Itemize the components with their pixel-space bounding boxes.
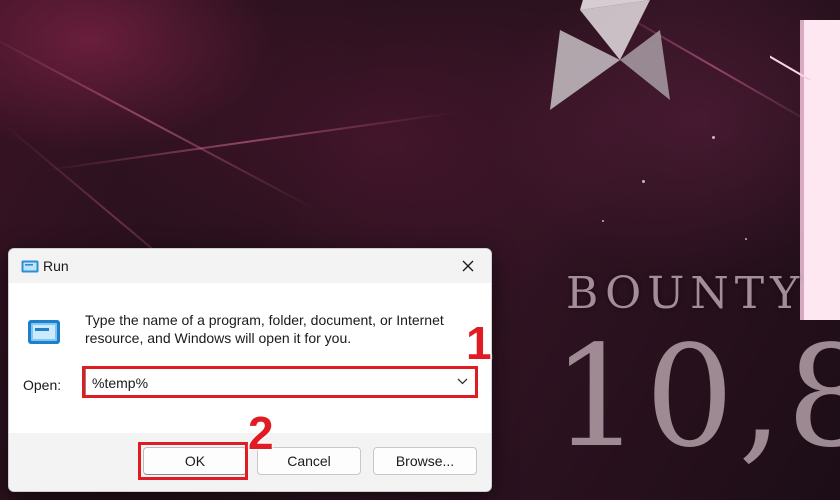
- pinwheel-graphic: [550, 0, 670, 110]
- highlight-open-input: [82, 366, 478, 398]
- dialog-description: Type the name of a program, folder, docu…: [85, 312, 444, 346]
- dialog-titlebar[interactable]: Run: [9, 249, 491, 283]
- run-program-icon: [28, 320, 60, 344]
- step-2-marker: 2: [248, 407, 274, 459]
- open-label: Open:: [23, 377, 62, 393]
- sparkle: [712, 136, 715, 139]
- run-icon: [21, 260, 39, 273]
- highlight-ok-button: [138, 442, 248, 480]
- sparkle: [642, 180, 645, 183]
- wallpaper-number-text: 10,8: [552, 316, 840, 479]
- light-streak: [39, 111, 457, 172]
- sparkle: [745, 238, 747, 240]
- close-icon: [462, 260, 474, 272]
- browse-button[interactable]: Browse...: [373, 447, 477, 475]
- wallpaper-bounty-text: BOUNTY: [566, 268, 806, 319]
- sparkle: [602, 220, 604, 222]
- step-1-marker: 1: [466, 317, 492, 369]
- close-button[interactable]: [445, 249, 491, 283]
- light-streak: [0, 30, 316, 211]
- dialog-title: Run: [43, 258, 69, 274]
